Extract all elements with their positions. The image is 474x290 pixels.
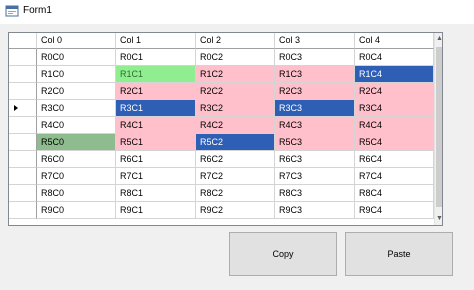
column-header-col4[interactable]: Col 4 [355, 33, 434, 49]
grid-cell[interactable]: R7C3 [275, 168, 355, 185]
grid-cell[interactable]: R0C4 [355, 49, 434, 66]
row-header-cell[interactable] [9, 66, 37, 83]
paste-button[interactable]: Paste [345, 232, 453, 276]
grid-cell[interactable]: R6C0 [37, 151, 116, 168]
grid-cell[interactable]: R1C4 [355, 66, 434, 83]
table-row[interactable]: R1C0 R1C1 R1C2 R1C3 R1C4 [9, 66, 434, 83]
grid-cell[interactable]: R1C3 [275, 66, 355, 83]
row-header-cell[interactable] [9, 134, 37, 151]
row-header-cell[interactable] [9, 100, 37, 117]
grid-cell[interactable]: R8C3 [275, 185, 355, 202]
column-header-col3[interactable]: Col 3 [275, 33, 355, 49]
grid-cell[interactable]: R5C3 [275, 134, 355, 151]
vertical-scrollbar[interactable]: ▲ ▼ [434, 33, 442, 225]
grid-cell[interactable]: R0C1 [116, 49, 196, 66]
top-left-header-cell[interactable] [9, 33, 37, 49]
table-row[interactable]: R5C0 R5C1 R5C2 R5C3 R5C4 [9, 134, 434, 151]
grid-cell[interactable]: R4C1 [116, 117, 196, 134]
table-row[interactable]: R8C0 R8C1 R8C2 R8C3 R8C4 [9, 185, 434, 202]
row-header-cell[interactable] [9, 202, 37, 219]
grid-cell[interactable]: R2C3 [275, 83, 355, 100]
row-header-cell[interactable] [9, 117, 37, 134]
table-row[interactable]: R7C0 R7C1 R7C2 R7C3 R7C4 [9, 168, 434, 185]
grid-cell[interactable]: R3C0 [37, 100, 116, 117]
grid-cell[interactable]: R4C0 [37, 117, 116, 134]
scrollbar-thumb[interactable] [436, 47, 442, 207]
column-header-col0[interactable]: Col 0 [37, 33, 116, 49]
grid-cell[interactable]: R3C2 [196, 100, 275, 117]
grid-cell[interactable]: R1C1 [116, 66, 196, 83]
grid-cell[interactable]: R3C3 [275, 100, 355, 117]
winforms-app-icon [5, 5, 19, 17]
grid-cell[interactable]: R5C1 [116, 134, 196, 151]
row-header-cell[interactable] [9, 83, 37, 100]
grid-cell[interactable]: R7C4 [355, 168, 434, 185]
row-header-cell[interactable] [9, 168, 37, 185]
grid-cell[interactable]: R1C2 [196, 66, 275, 83]
row-header-cell[interactable] [9, 185, 37, 202]
row-header-cell[interactable] [9, 49, 37, 66]
column-header-row: Col 0 Col 1 Col 2 Col 3 Col 4 [9, 33, 434, 49]
grid-cell[interactable]: R2C1 [116, 83, 196, 100]
grid-cell[interactable]: R9C3 [275, 202, 355, 219]
grid-cell[interactable]: R9C2 [196, 202, 275, 219]
grid-cell[interactable]: R0C2 [196, 49, 275, 66]
grid-cell[interactable]: R2C2 [196, 83, 275, 100]
copy-button[interactable]: Copy [229, 232, 337, 276]
grid-cell[interactable]: R1C0 [37, 66, 116, 83]
grid-cell[interactable]: R8C2 [196, 185, 275, 202]
grid-cell[interactable]: R6C2 [196, 151, 275, 168]
window-title: Form1 [23, 5, 52, 16]
table-row[interactable]: R6C0 R6C1 R6C2 R6C3 R6C4 [9, 151, 434, 168]
column-header-col1[interactable]: Col 1 [116, 33, 196, 49]
table-row[interactable]: R4C0 R4C1 R4C2 R4C3 R4C4 [9, 117, 434, 134]
grid-cell[interactable]: R0C3 [275, 49, 355, 66]
grid-cell[interactable]: R8C1 [116, 185, 196, 202]
grid-cell[interactable]: R9C0 [37, 202, 116, 219]
grid-cell[interactable]: R6C4 [355, 151, 434, 168]
grid-cell[interactable]: R8C0 [37, 185, 116, 202]
row-header-cell[interactable] [9, 151, 37, 168]
grid-cell[interactable]: R2C4 [355, 83, 434, 100]
table-row[interactable]: R9C0 R9C1 R9C2 R9C3 R9C4 [9, 202, 434, 219]
grid-cell[interactable]: R7C0 [37, 168, 116, 185]
grid-cell[interactable]: R0C0 [37, 49, 116, 66]
data-grid-view[interactable]: Col 0 Col 1 Col 2 Col 3 Col 4 R0C0 R0C1 R0… [8, 32, 443, 226]
grid-cell[interactable]: R7C1 [116, 168, 196, 185]
grid-cell[interactable]: R8C4 [355, 185, 434, 202]
grid-cell[interactable]: R4C3 [275, 117, 355, 134]
column-header-col2[interactable]: Col 2 [196, 33, 275, 49]
table-row[interactable]: R3C0 R3C1 R3C2 R3C3 R3C4 [9, 100, 434, 117]
grid-cell[interactable]: R4C2 [196, 117, 275, 134]
current-row-arrow-icon [14, 105, 18, 111]
grid-cell[interactable]: R5C0 [37, 134, 116, 151]
table-row[interactable]: R2C0 R2C1 R2C2 R2C3 R2C4 [9, 83, 434, 100]
grid-cell[interactable]: R6C3 [275, 151, 355, 168]
title-bar: Form1 [0, 0, 474, 24]
grid-cell[interactable]: R2C0 [37, 83, 116, 100]
grid-cell[interactable]: R9C1 [116, 202, 196, 219]
table-row[interactable]: R0C0 R0C1 R0C2 R0C3 R0C4 [9, 49, 434, 66]
grid-cell[interactable]: R4C4 [355, 117, 434, 134]
grid-cell[interactable]: R5C2 [196, 134, 275, 151]
grid-cell[interactable]: R6C1 [116, 151, 196, 168]
grid-cell[interactable]: R3C1 [116, 100, 196, 117]
grid-cell[interactable]: R7C2 [196, 168, 275, 185]
grid-cell[interactable]: R5C4 [355, 134, 434, 151]
grid-cell[interactable]: R3C4 [355, 100, 434, 117]
grid-cell[interactable]: R9C4 [355, 202, 434, 219]
scroll-down-arrow-icon[interactable]: ▼ [436, 214, 442, 224]
scroll-up-arrow-icon[interactable]: ▲ [436, 34, 442, 44]
